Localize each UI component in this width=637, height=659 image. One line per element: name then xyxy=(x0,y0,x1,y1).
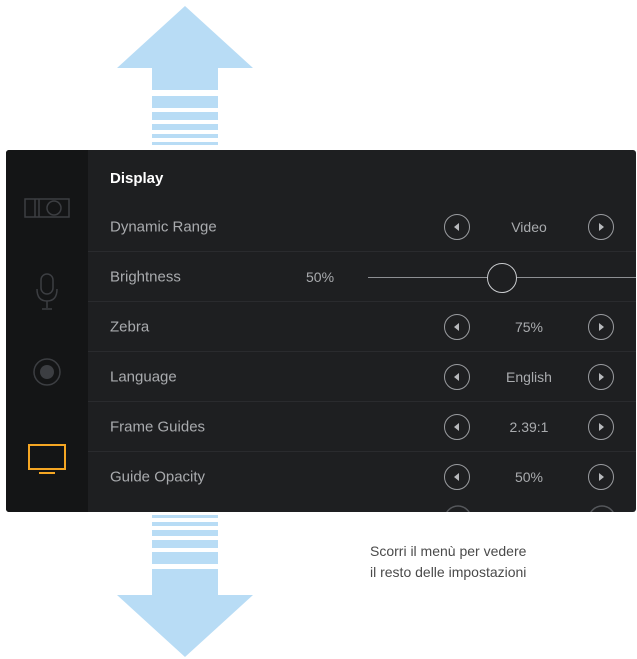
brightness-value: 50% xyxy=(306,269,335,285)
next-value-button[interactable] xyxy=(588,364,614,390)
record-icon xyxy=(33,358,61,386)
caret-right-icon xyxy=(599,423,604,431)
scroll-up-arrow-icon xyxy=(117,6,253,145)
scroll-down-arrow-icon xyxy=(117,515,253,657)
monitor-icon xyxy=(28,444,66,474)
setting-row-dynamic-range: Dynamic Range Video xyxy=(88,202,636,252)
partial-buttons xyxy=(446,505,614,512)
brightness-slider-thumb[interactable] xyxy=(487,262,517,293)
next-row-partial xyxy=(88,505,636,512)
caret-left-icon xyxy=(454,223,459,231)
camera-icon xyxy=(24,198,70,218)
setting-value: English xyxy=(506,369,552,385)
previous-value-button[interactable] xyxy=(444,364,470,390)
setting-label: Language xyxy=(110,368,177,386)
previous-value-button[interactable] xyxy=(444,464,470,490)
setting-value: 75% xyxy=(514,319,544,335)
setting-value: 50% xyxy=(514,469,544,485)
setting-value: 2.39:1 xyxy=(509,419,549,435)
brightness-slider-track[interactable] xyxy=(368,262,636,293)
scroll-hint: Scorri il menù per vedere il resto delle… xyxy=(370,541,630,583)
hint-line-2: il resto delle impostazioni xyxy=(370,564,527,580)
setting-label: Dynamic Range xyxy=(110,218,217,236)
caret-right-icon xyxy=(599,323,604,331)
menu-title: Display xyxy=(110,170,164,187)
setting-row-zebra: Zebra 75% xyxy=(88,302,636,352)
camera-display-menu-panel: Display Dynamic Range Video Brightness 5… xyxy=(6,150,636,512)
sidebar-tab-camera[interactable] xyxy=(6,178,88,238)
microphone-icon xyxy=(36,273,58,310)
setting-label: Guide Opacity xyxy=(110,468,206,486)
caret-right-icon xyxy=(599,473,604,481)
caret-left-icon xyxy=(454,323,459,331)
menu-sidebar xyxy=(6,150,88,512)
previous-value-button[interactable] xyxy=(444,214,470,240)
sidebar-tab-audio[interactable] xyxy=(6,262,88,322)
next-value-button[interactable] xyxy=(588,214,614,240)
sidebar-tab-display[interactable] xyxy=(6,430,88,490)
setting-row-guide-opacity: Guide Opacity 50% xyxy=(88,452,636,502)
setting-label: Brightness xyxy=(110,268,181,286)
setting-value: Video xyxy=(511,219,547,235)
caret-left-icon xyxy=(454,423,459,431)
caret-left-icon xyxy=(454,373,459,381)
hint-line-1: Scorri il menù per vedere xyxy=(370,543,527,559)
next-value-button[interactable] xyxy=(588,414,614,440)
previous-value-button[interactable] xyxy=(444,414,470,440)
caret-right-icon xyxy=(599,223,604,231)
setting-row-language: Language English xyxy=(88,352,636,402)
caret-left-icon xyxy=(454,473,459,481)
caret-right-icon xyxy=(599,373,604,381)
sidebar-tab-record[interactable] xyxy=(6,342,88,402)
previous-value-button[interactable] xyxy=(444,314,470,340)
setting-row-brightness: Brightness 50% xyxy=(88,252,636,302)
next-value-button[interactable] xyxy=(588,314,614,340)
setting-row-frame-guides: Frame Guides 2.39:1 xyxy=(88,402,636,452)
setting-label: Zebra xyxy=(110,318,150,336)
next-value-button[interactable] xyxy=(588,464,614,490)
setting-label: Frame Guides xyxy=(110,418,206,436)
